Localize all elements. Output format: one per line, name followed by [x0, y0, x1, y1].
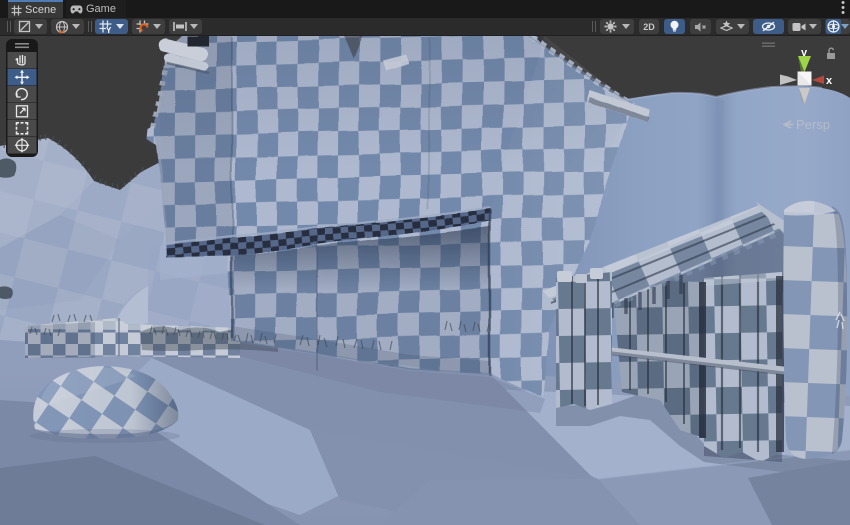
svg-text:x: x	[826, 75, 833, 87]
svg-text:Persp: Persp	[796, 117, 830, 132]
svg-text:Y: Y	[106, 26, 112, 33]
